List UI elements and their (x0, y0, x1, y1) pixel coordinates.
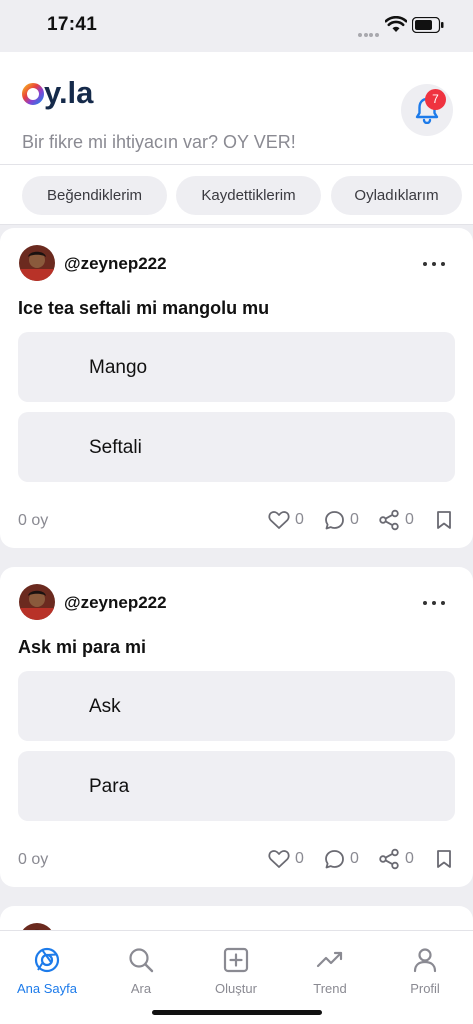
poll-option-label: Seftali (89, 437, 142, 458)
nav-label: Ara (130, 981, 152, 996)
create-icon (223, 947, 249, 973)
status-time: 17:41 (47, 14, 98, 35)
notification-badge: 7 (425, 89, 446, 110)
bookmark-button[interactable] (435, 508, 458, 532)
nav-item-search[interactable]: Ara (106, 947, 176, 1003)
share-count: 0 (405, 850, 414, 867)
trend-icon (316, 951, 343, 968)
poll-option[interactable]: Ask (18, 671, 455, 741)
battery-icon (412, 17, 444, 33)
filter-chip-saved[interactable]: Kaydettiklerim (176, 176, 321, 215)
comment-button[interactable]: 0 (324, 847, 359, 871)
comment-button[interactable]: 0 (324, 508, 359, 532)
avatar-image (19, 245, 55, 281)
vote-count: 0 oy (18, 512, 49, 529)
more-options-icon[interactable] (419, 592, 449, 614)
svg-text:y.la: y.la (44, 75, 94, 110)
profile-icon (413, 948, 437, 973)
poll-option[interactable]: Mango (18, 332, 455, 402)
poll-card: @zeynep222 Ask mi para mi Ask Para 0 oy … (0, 567, 473, 887)
heart-icon (268, 511, 290, 529)
nav-item-trend[interactable]: Trend (295, 947, 365, 1003)
status-bar: 17:41 (0, 0, 473, 52)
poll-card: @zeynep222 Ice tea seftali mi mangolu mu… (0, 228, 473, 548)
comment-count: 0 (350, 850, 359, 867)
avatar-image (19, 584, 55, 620)
search-icon (129, 948, 154, 973)
poll-option-label: Ask (89, 696, 121, 717)
share-button[interactable]: 0 (378, 508, 414, 532)
home-indicator (152, 1010, 322, 1015)
nav-label: Oluştur (215, 981, 257, 996)
filter-chip-liked[interactable]: Beğendiklerim (22, 176, 167, 215)
more-options-icon[interactable] (419, 253, 449, 275)
nav-label: Trend (313, 981, 347, 996)
tagline: Bir fikre mi ihtiyacın var? OY VER! (22, 132, 296, 152)
bookmark-icon (437, 511, 451, 529)
share-count: 0 (405, 511, 414, 528)
username[interactable]: @zeynep222 (64, 254, 167, 274)
like-button[interactable]: 0 (268, 847, 304, 871)
share-icon (379, 848, 399, 870)
filter-chip-voted[interactable]: Oyladıklarım (331, 176, 462, 215)
nav-item-create[interactable]: Oluştur (201, 947, 271, 1003)
nav-label: Profil (410, 981, 440, 996)
like-count: 0 (295, 850, 304, 867)
filter-bar: Beğendiklerim Kaydettiklerim Oyladıkları… (0, 165, 473, 225)
vote-count: 0 oy (18, 851, 49, 868)
app-header: y.la 7 Bir fikre mi ihtiyacın var? OY VE… (0, 52, 473, 165)
heart-icon (268, 850, 290, 868)
poll-option-label: Mango (89, 357, 148, 378)
comment-icon (325, 849, 344, 868)
oyla-logo: y.la (22, 75, 94, 110)
poll-question: Ice tea seftali mi mangolu mu (18, 298, 270, 318)
share-button[interactable]: 0 (378, 847, 414, 871)
username[interactable]: @zeynep222 (64, 593, 167, 613)
comment-count: 0 (350, 511, 359, 528)
comment-icon (325, 510, 344, 529)
share-icon (379, 509, 399, 531)
wifi-icon (385, 16, 407, 32)
poll-option[interactable]: Para (18, 751, 455, 821)
nav-label: Ana Sayfa (17, 981, 77, 996)
like-button[interactable]: 0 (268, 508, 304, 532)
avatar[interactable] (19, 584, 55, 620)
poll-question: Ask mi para mi (18, 637, 147, 657)
bookmark-button[interactable] (435, 847, 458, 871)
poll-option-label: Para (89, 776, 130, 797)
notifications-button[interactable]: 7 (401, 84, 453, 136)
like-count: 0 (295, 511, 304, 528)
avatar[interactable] (19, 245, 55, 281)
bookmark-icon (437, 850, 451, 868)
signal-dots-icon (358, 24, 380, 37)
nav-item-profile[interactable]: Profil (390, 947, 460, 1003)
home-icon (34, 947, 60, 973)
poll-option[interactable]: Seftali (18, 412, 455, 482)
nav-item-home[interactable]: Ana Sayfa (12, 947, 82, 1003)
